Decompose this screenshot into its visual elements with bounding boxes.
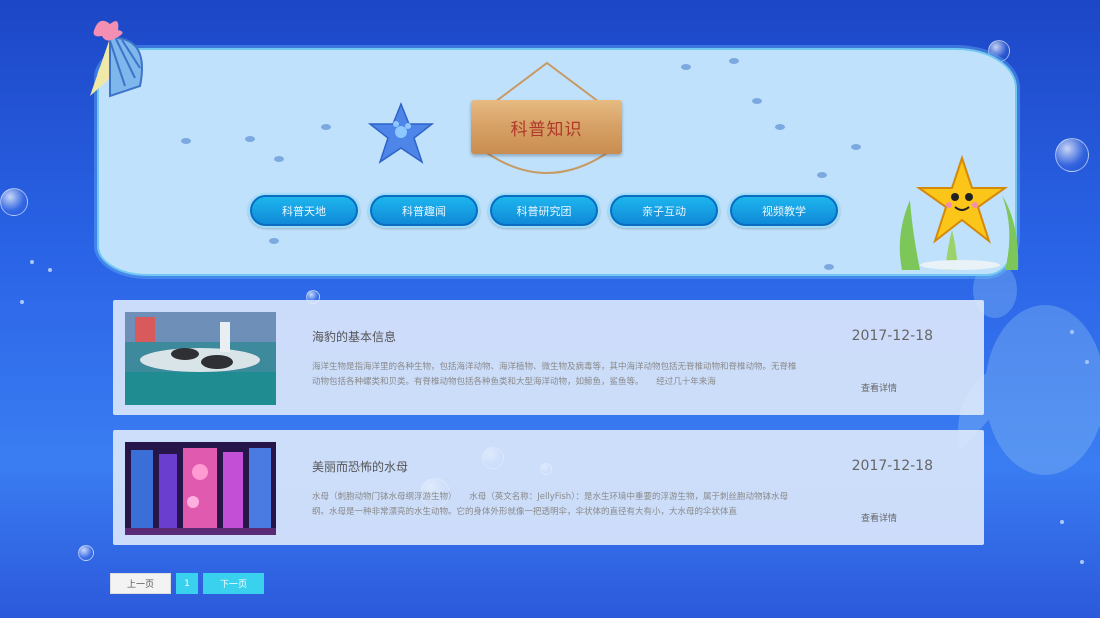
- article-summary: 海洋生物是指海洋里的各种生物，包括海洋动物、海洋植物、微生物及病毒等，其中海洋动…: [312, 362, 797, 387]
- nav-item-parent-child[interactable]: 亲子互动: [608, 193, 720, 228]
- fish-icon: [752, 98, 762, 104]
- section-title-sign: 科普知识: [471, 100, 622, 154]
- fish-icon: [681, 64, 691, 70]
- article-date: 2017-12-18: [851, 458, 933, 474]
- starfish-icon: [367, 101, 435, 164]
- article-date: 2017-12-18: [851, 328, 933, 344]
- view-details-link[interactable]: 查看详情: [861, 511, 897, 524]
- fish-icon: [775, 124, 785, 130]
- fish-icon: [729, 58, 739, 64]
- bubble-decoration: [0, 188, 28, 216]
- pagination: 上一页 1 下一页: [110, 573, 264, 594]
- bubble-decoration: [78, 545, 94, 561]
- page-title: 科普知识: [510, 119, 583, 140]
- bubble-decoration: [1055, 138, 1089, 172]
- fish-icon: [321, 124, 331, 130]
- next-page-button[interactable]: 下一页: [203, 573, 264, 594]
- fish-icon: [817, 172, 827, 178]
- article-title[interactable]: 海豹的基本信息: [312, 328, 396, 345]
- dot-decoration: [1080, 560, 1084, 564]
- seashell-icon: [90, 20, 143, 98]
- page-number-button[interactable]: 1: [176, 573, 198, 594]
- nav-item-video-teaching[interactable]: 视频教学: [728, 193, 840, 228]
- article-thumbnail[interactable]: [125, 312, 276, 405]
- fish-icon: [824, 264, 834, 270]
- dot-decoration: [1060, 520, 1064, 524]
- view-details-link[interactable]: 查看详情: [861, 381, 897, 394]
- article-summary: 水母（刺胞动物门钵水母纲浮游生物） 水母（英文名称：JellyFish）：是水生…: [312, 492, 788, 517]
- article-title[interactable]: 美丽而恐怖的水母: [312, 458, 408, 475]
- fish-icon: [245, 136, 255, 142]
- dot-decoration: [48, 268, 52, 272]
- fish-icon: [181, 138, 191, 144]
- prev-page-button[interactable]: 上一页: [110, 573, 171, 594]
- article-card[interactable]: 海豹的基本信息 2017-12-18 海洋生物是指海洋里的各种生物，包括海洋动物…: [113, 300, 984, 415]
- fish-icon: [269, 238, 279, 244]
- nav-item-science-world[interactable]: 科普天地: [248, 193, 360, 228]
- fish-icon: [274, 156, 284, 162]
- starfish-mascot-icon: [915, 155, 1009, 244]
- article-card[interactable]: 美丽而恐怖的水母 2017-12-18 水母（刺胞动物门钵水母纲浮游生物） 水母…: [113, 430, 984, 545]
- dot-decoration: [30, 260, 34, 264]
- nav-bar: 科普天地 科普趣闻 科普研究团 亲子互动 视频教学: [248, 193, 840, 228]
- nav-item-research-group[interactable]: 科普研究团: [488, 193, 600, 228]
- article-thumbnail[interactable]: [125, 442, 276, 535]
- nav-item-science-fun-facts[interactable]: 科普趣闻: [368, 193, 480, 228]
- dot-decoration: [20, 300, 24, 304]
- fish-icon: [851, 144, 861, 150]
